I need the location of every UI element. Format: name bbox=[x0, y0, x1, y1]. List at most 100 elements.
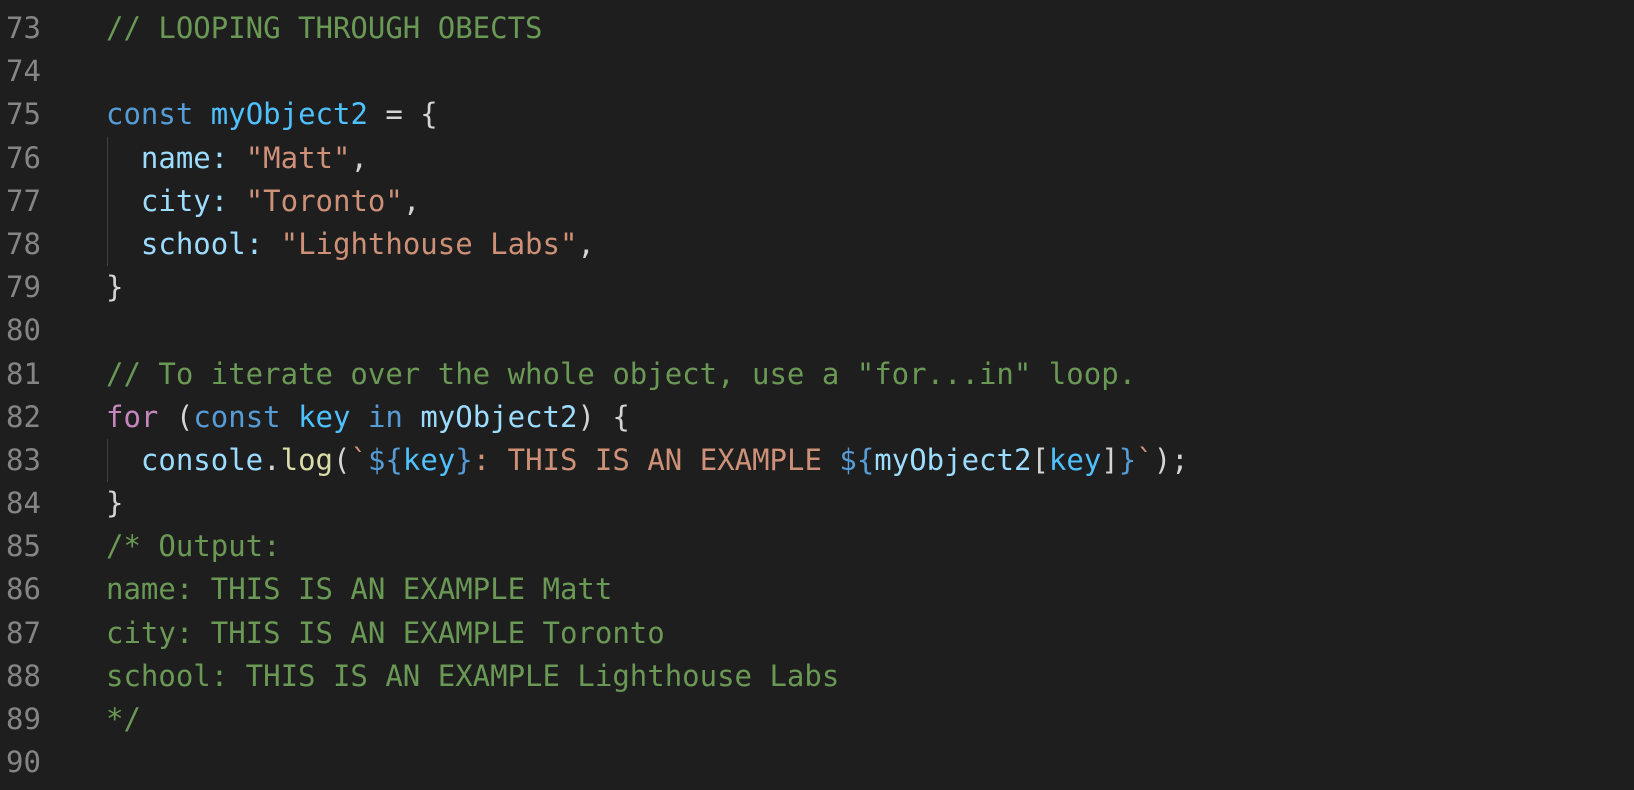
code-line[interactable]: 88 school: THIS IS AN EXAMPLE Lighthouse … bbox=[0, 655, 1634, 698]
code-token: ` bbox=[350, 442, 368, 477]
line-number: 78 bbox=[6, 226, 41, 261]
code-line[interactable]: 87 city: THIS IS AN EXAMPLE Toronto bbox=[0, 612, 1634, 655]
code-token: school bbox=[140, 226, 246, 261]
line-number: 85 bbox=[6, 529, 41, 564]
code-text[interactable]: name: THIS IS AN EXAMPLE Matt bbox=[106, 568, 612, 611]
code-token: : bbox=[210, 140, 246, 175]
code-token: name bbox=[140, 140, 211, 175]
code-token: ${ bbox=[839, 442, 875, 477]
code-token: key bbox=[298, 399, 351, 434]
line-number: 90 bbox=[6, 745, 41, 780]
code-token: // To iterate over the whole object, use… bbox=[106, 356, 1137, 391]
code-text[interactable]: } bbox=[106, 482, 123, 525]
code-token: console bbox=[140, 442, 264, 477]
line-number: 75 bbox=[6, 97, 41, 132]
line-number: 89 bbox=[6, 702, 41, 736]
code-token: : THIS IS AN EXAMPLE bbox=[472, 442, 840, 477]
code-token: key bbox=[402, 442, 456, 477]
line-number: 79 bbox=[6, 270, 41, 305]
code-token: const bbox=[106, 97, 194, 132]
code-text[interactable]: console.log(`${key}: THIS IS AN EXAMPLE … bbox=[106, 439, 1189, 482]
code-token: "Toronto" bbox=[245, 183, 403, 218]
code-token: /* Output: bbox=[106, 529, 281, 564]
code-editor[interactable]: 73 // LOOPING THROUGH OBECTS 74 75 const myO… bbox=[0, 7, 1634, 783]
code-token: = { bbox=[367, 97, 438, 132]
code-token: in bbox=[367, 399, 403, 434]
code-text[interactable]: // To iterate over the whole object, use… bbox=[106, 353, 1136, 396]
code-line[interactable]: 80 bbox=[0, 309, 1634, 352]
code-token: school: THIS IS AN EXAMPLE Lighthouse La… bbox=[106, 658, 840, 693]
code-line[interactable]: 75 const myObject2 = { bbox=[0, 93, 1634, 136]
code-token: city bbox=[140, 183, 211, 218]
line-number: 74 bbox=[6, 54, 41, 89]
line-number: 80 bbox=[6, 313, 41, 348]
code-line[interactable]: 73 // LOOPING THROUGH OBECTS bbox=[0, 7, 1634, 50]
code-token: ` bbox=[1136, 442, 1154, 477]
code-text[interactable]: name: "Matt", bbox=[106, 137, 368, 180]
code-text[interactable]: for (const key in myObject2) { bbox=[106, 396, 630, 439]
code-token: city: THIS IS AN EXAMPLE Toronto bbox=[106, 615, 665, 650]
code-line[interactable]: 76 name: "Matt", bbox=[0, 136, 1634, 180]
code-token: . bbox=[263, 442, 281, 477]
code-token: , bbox=[350, 140, 368, 175]
code-line[interactable]: 77 city: "Toronto", bbox=[0, 179, 1634, 223]
line-number: 73 bbox=[6, 11, 41, 45]
code-line[interactable]: 89 */ bbox=[0, 698, 1634, 741]
code-line[interactable]: 86 name: THIS IS AN EXAMPLE Matt bbox=[0, 568, 1634, 611]
code-line[interactable]: 82 for (const key in myObject2) { bbox=[0, 396, 1634, 439]
code-token: ( bbox=[333, 442, 351, 477]
code-token: , bbox=[402, 183, 421, 218]
code-text[interactable]: school: "Lighthouse Labs", bbox=[106, 223, 595, 266]
code-token: myObject2 bbox=[210, 97, 368, 132]
code-token: key bbox=[1048, 442, 1102, 477]
line-number: 86 bbox=[6, 572, 41, 607]
code-token: ${ bbox=[367, 442, 403, 477]
code-text[interactable]: city: "Toronto", bbox=[106, 180, 420, 223]
line-number: 81 bbox=[6, 356, 41, 391]
line-number: 82 bbox=[6, 399, 41, 434]
code-token: "Matt" bbox=[245, 140, 351, 175]
code-line[interactable]: 83 console.log(`${key}: THIS IS AN EXAMP… bbox=[0, 438, 1634, 483]
line-number: 84 bbox=[6, 486, 41, 521]
code-text[interactable]: const myObject2 = { bbox=[106, 93, 438, 136]
code-line[interactable]: 78 school: "Lighthouse Labs", bbox=[0, 222, 1634, 267]
code-token: , bbox=[577, 226, 595, 261]
code-line[interactable]: 85 /* Output: bbox=[0, 525, 1634, 568]
code-token: : bbox=[210, 183, 246, 218]
code-token: : bbox=[245, 226, 281, 261]
code-token: ) { bbox=[577, 399, 630, 434]
code-token: log bbox=[280, 442, 333, 477]
code-token: name: THIS IS AN EXAMPLE Matt bbox=[106, 572, 613, 607]
code-token: */ bbox=[106, 702, 141, 736]
code-line[interactable]: 74 bbox=[0, 50, 1634, 93]
code-token: for bbox=[106, 399, 159, 434]
code-token: } bbox=[455, 442, 473, 477]
code-text[interactable]: school: THIS IS AN EXAMPLE Lighthouse La… bbox=[106, 655, 839, 698]
line-number: 87 bbox=[6, 615, 41, 650]
code-text[interactable]: } bbox=[106, 266, 123, 309]
code-text[interactable]: city: THIS IS AN EXAMPLE Toronto bbox=[106, 612, 665, 655]
code-line[interactable]: 84} bbox=[0, 482, 1634, 525]
code-line[interactable]: 81 // To iterate over the whole object, u… bbox=[0, 353, 1634, 396]
code-token: } bbox=[106, 270, 124, 305]
code-token: [ bbox=[1031, 442, 1049, 477]
code-line[interactable]: 90 bbox=[0, 741, 1634, 784]
code-text[interactable]: */ bbox=[106, 698, 141, 741]
code-token: "Lighthouse Labs" bbox=[280, 226, 578, 261]
code-token: ( bbox=[158, 399, 194, 434]
code-line[interactable]: 79} bbox=[0, 266, 1634, 309]
code-token: ); bbox=[1153, 442, 1189, 477]
code-text[interactable]: // LOOPING THROUGH OBECTS bbox=[106, 7, 543, 50]
code-token: const bbox=[193, 399, 281, 434]
code-token: // LOOPING THROUGH OBECTS bbox=[106, 11, 543, 45]
code-token: } bbox=[106, 486, 124, 521]
code-text[interactable]: /* Output: bbox=[106, 525, 281, 568]
